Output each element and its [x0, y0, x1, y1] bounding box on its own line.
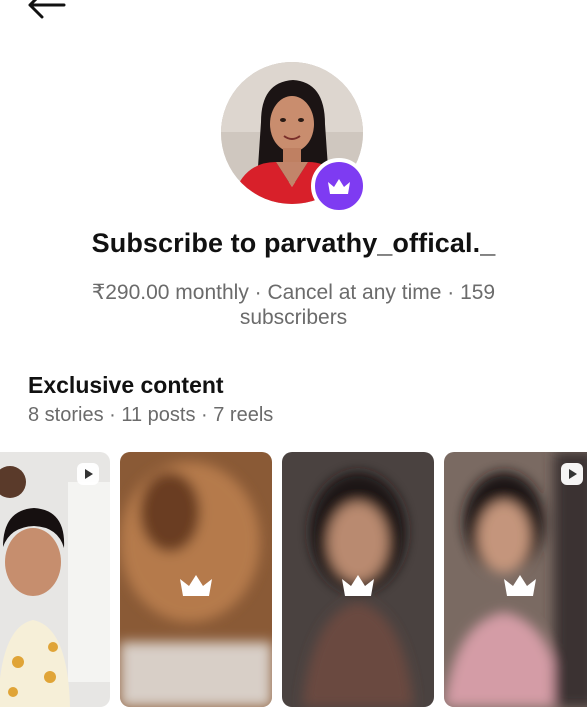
content-counts: 8 stories · 11 posts · 7 reels [28, 404, 274, 426]
page-title: Subscribe to parvathy_offical._ [91, 228, 496, 258]
section-title: Exclusive content [28, 372, 224, 398]
thumbnail-locked-post[interactable] [120, 452, 272, 707]
content-thumbnails [0, 452, 587, 710]
price-info: ₹290.00 monthly · Cancel at any time · 1… [91, 281, 496, 329]
profile-avatar [221, 62, 367, 214]
thumbnail-locked-reel[interactable] [444, 452, 587, 707]
reel-icon [77, 463, 99, 485]
crown-icon [342, 575, 374, 596]
crown-icon [504, 575, 536, 596]
crown-icon [328, 179, 350, 194]
reel-icon [561, 463, 583, 485]
back-button[interactable] [24, 0, 72, 24]
thumbnail-reel[interactable] [0, 452, 110, 707]
arrow-left-icon [28, 0, 66, 19]
subscription-badge [311, 158, 367, 214]
thumbnail-locked-post[interactable] [282, 452, 434, 707]
crown-icon [180, 575, 212, 596]
